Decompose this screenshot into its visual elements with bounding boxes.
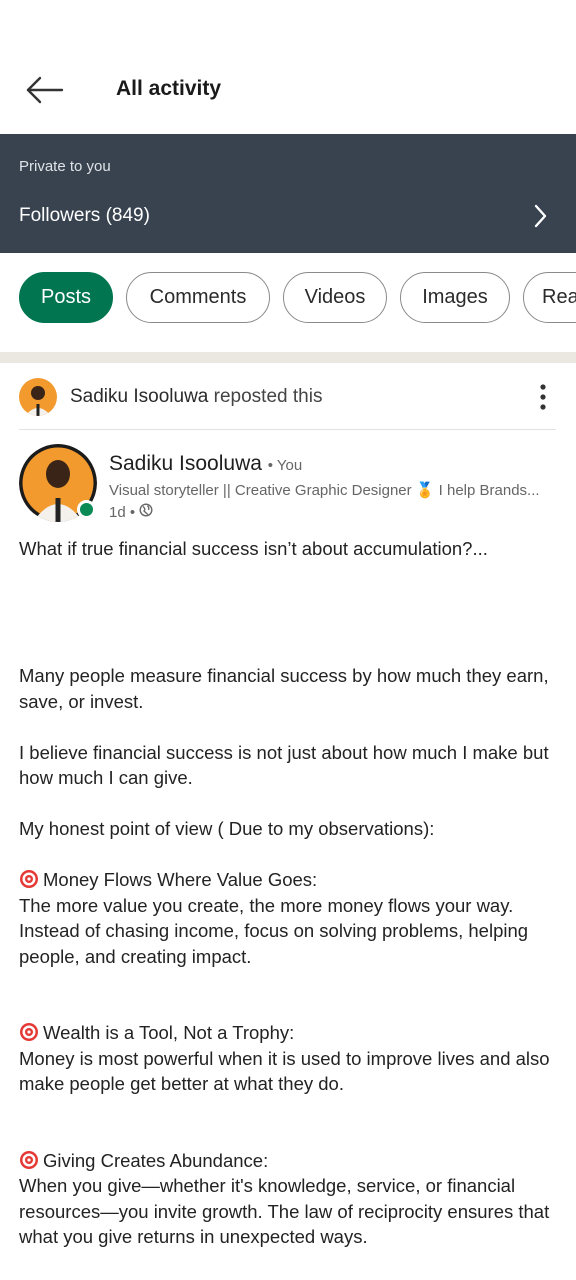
avatar[interactable] — [19, 378, 57, 416]
followers-count: Followers (849) — [19, 205, 150, 226]
repost-header: Sadiku Isooluwa reposted this — [0, 370, 576, 428]
post-meta: 1d • — [109, 503, 153, 521]
point-body: Money is most powerful when it is used t… — [19, 1047, 550, 1095]
point-title: Wealth is a Tool, Not a Trophy: — [43, 1022, 295, 1043]
back-arrow-icon[interactable] — [22, 70, 66, 110]
author-name[interactable]: Sadiku Isooluwa • You — [109, 452, 302, 476]
point-body: The more value you create, the more mone… — [19, 894, 529, 967]
post-paragraph: My honest point of view ( Due to my obse… — [19, 818, 435, 839]
section-divider — [0, 352, 576, 363]
point-heading: Money Flows Where Value Goes: — [19, 867, 559, 893]
page-title: All activity — [116, 77, 222, 100]
divider — [19, 429, 556, 430]
post-author: Sadiku Isooluwa • You Visual storyteller… — [0, 440, 576, 530]
repost-author[interactable]: Sadiku Isooluwa — [70, 386, 208, 407]
post-text: What if true financial success isn’t abo… — [19, 536, 559, 1250]
more-options-icon[interactable] — [532, 382, 554, 412]
author-name-text: Sadiku Isooluwa — [109, 452, 262, 475]
target-icon — [19, 1150, 39, 1170]
point-body: When you give—whether it's knowledge, se… — [19, 1175, 550, 1247]
chip-images[interactable]: Images — [400, 272, 510, 323]
chip-comments[interactable]: Comments — [126, 272, 270, 323]
post-paragraph: Many people measure financial success by… — [19, 665, 549, 712]
point-title: Giving Creates Abundance: — [43, 1149, 269, 1171]
globe-icon — [139, 503, 153, 521]
followers-row[interactable]: Followers (849) — [0, 196, 576, 240]
target-icon — [19, 1022, 39, 1042]
point-title: Money Flows Where Value Goes: — [43, 869, 318, 890]
chip-posts[interactable]: Posts — [19, 272, 113, 323]
post-time: 1d • — [109, 503, 136, 521]
chip-reactions[interactable]: Rea — [523, 272, 576, 323]
filter-chips: Posts Comments Videos Images Rea — [0, 253, 576, 343]
top-bar: All activity — [0, 0, 576, 134]
target-icon — [19, 869, 39, 889]
chip-videos[interactable]: Videos — [283, 272, 387, 323]
repost-action: reposted this — [213, 386, 323, 407]
point-heading: Giving Creates Abundance: — [19, 1148, 559, 1174]
online-status-icon — [77, 500, 96, 519]
chevron-right-icon — [532, 202, 548, 230]
author-you-badge: • You — [267, 457, 303, 474]
post-paragraph: I believe financial success is not just … — [19, 741, 549, 789]
point-heading: Wealth is a Tool, Not a Trophy: — [19, 1020, 559, 1046]
repost-label: Sadiku Isooluwa reposted this — [70, 386, 322, 408]
author-headline: Visual storyteller || Creative Graphic D… — [109, 482, 540, 499]
private-section: Private to you Followers (849) — [0, 134, 576, 253]
private-label: Private to you — [19, 158, 111, 175]
post-intro: What if true financial success isn’t abo… — [19, 538, 488, 559]
